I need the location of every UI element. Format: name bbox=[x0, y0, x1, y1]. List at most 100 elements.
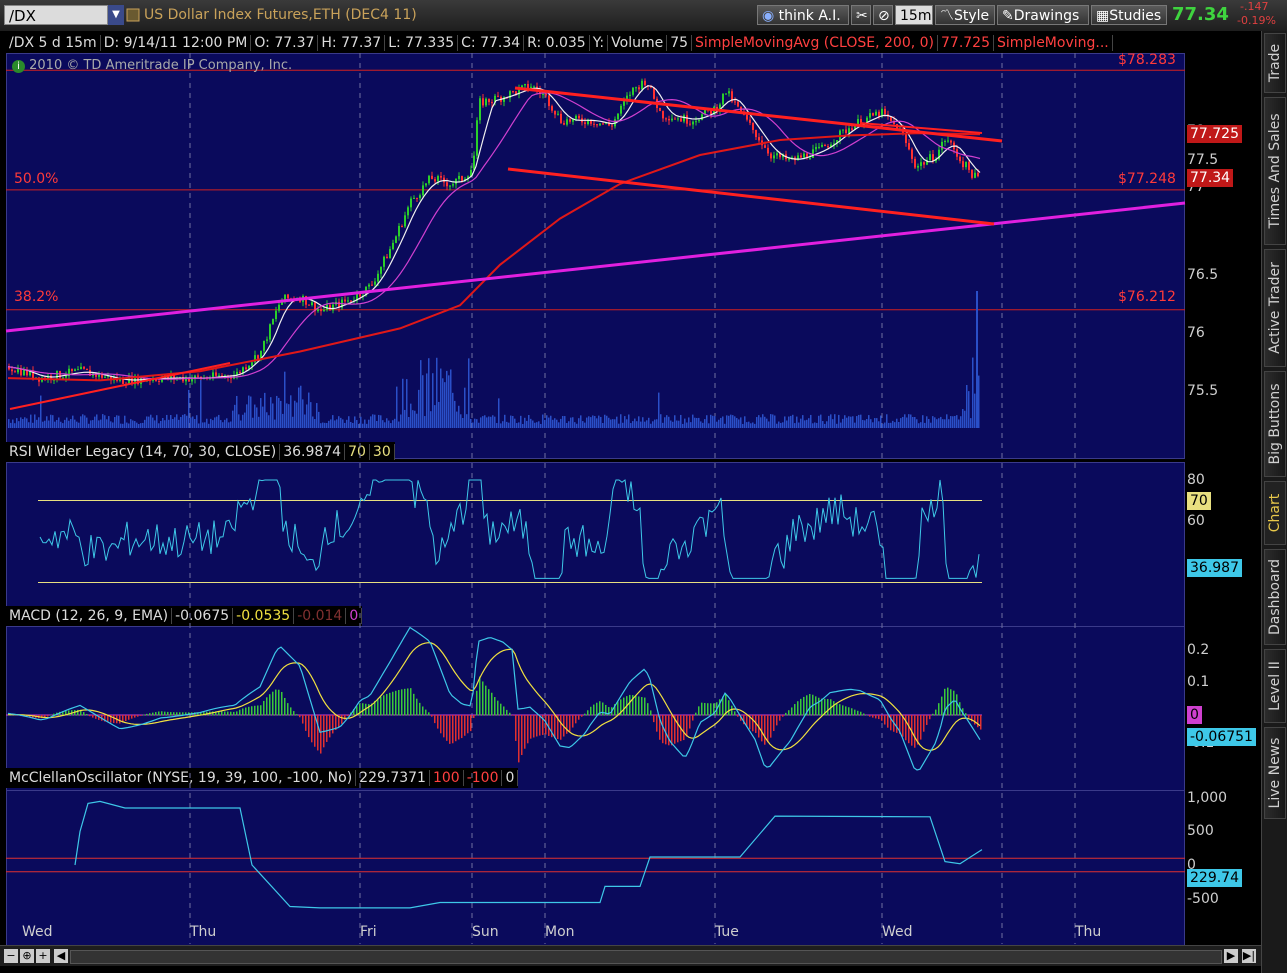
candle-body bbox=[458, 176, 460, 179]
macd-hist-bar bbox=[290, 707, 292, 716]
timeframe-button[interactable]: 15m bbox=[895, 5, 933, 25]
candle-body bbox=[71, 368, 73, 371]
studies-button[interactable]: ▦Studies bbox=[1091, 5, 1167, 25]
volume-bar bbox=[750, 423, 752, 428]
volume-bar bbox=[406, 379, 408, 428]
drawings-button[interactable]: ✎Drawings bbox=[997, 5, 1089, 25]
macd-hist-bar bbox=[875, 715, 877, 719]
tab-label: Level II bbox=[1267, 661, 1283, 711]
candle-body bbox=[569, 119, 571, 122]
volume-bar bbox=[228, 422, 230, 428]
volume-bar bbox=[824, 423, 826, 428]
volume-bar bbox=[220, 420, 222, 428]
volume-bar bbox=[906, 417, 908, 428]
volume-bar bbox=[180, 416, 182, 428]
volume-bar bbox=[960, 416, 962, 428]
candle-body bbox=[638, 87, 640, 90]
volume-bar bbox=[92, 420, 94, 428]
volume-bar bbox=[692, 414, 694, 428]
symbol-input[interactable]: /DX bbox=[4, 5, 108, 25]
volume-bar bbox=[388, 420, 390, 428]
volume-bar bbox=[210, 418, 212, 428]
macd-hist-bar bbox=[596, 702, 598, 716]
volume-bar bbox=[308, 392, 310, 428]
think-ai-label: think A.I. bbox=[778, 8, 841, 24]
candle-body bbox=[371, 284, 373, 286]
candle-body bbox=[629, 94, 631, 96]
candle-body bbox=[689, 123, 691, 125]
volume-bar bbox=[542, 414, 544, 428]
tab-level-ii[interactable]: Level II bbox=[1264, 649, 1286, 723]
volume-bar bbox=[832, 419, 834, 428]
macd-hist-bar bbox=[938, 703, 940, 716]
macd-hist-bar bbox=[827, 699, 829, 716]
tab-trade[interactable]: Trade bbox=[1264, 33, 1286, 93]
tab-big-buttons[interactable]: Big Buttons bbox=[1264, 371, 1286, 477]
volume-bar bbox=[298, 387, 300, 428]
volume-bar bbox=[74, 419, 76, 428]
volume-bar bbox=[606, 415, 608, 428]
link-icon[interactable] bbox=[126, 8, 140, 22]
tab-times-and-sales[interactable]: Times And Sales bbox=[1264, 97, 1286, 245]
style-button[interactable]: 〽Style bbox=[935, 5, 995, 25]
volume-bar bbox=[782, 422, 784, 428]
candle-body bbox=[977, 172, 979, 177]
scroll-left-icon[interactable]: ◀ bbox=[54, 949, 68, 963]
zoom-fit-icon[interactable]: ⊕ bbox=[20, 949, 34, 963]
tab-active-trader[interactable]: Active Trader bbox=[1264, 249, 1286, 367]
zoom-icon[interactable]: ✂ bbox=[851, 5, 871, 25]
volume-bar bbox=[786, 420, 788, 428]
scroll-right-icon[interactable]: ▶ bbox=[1224, 949, 1238, 963]
volume-bar bbox=[238, 414, 240, 428]
zoom-in-icon[interactable]: + bbox=[36, 949, 50, 963]
volume-bar bbox=[64, 419, 66, 428]
volume-bar bbox=[812, 423, 814, 428]
volume-bar bbox=[582, 421, 584, 428]
volume-bar bbox=[878, 421, 880, 428]
volume-bar bbox=[412, 410, 414, 428]
macd-hist-bar bbox=[800, 698, 802, 716]
volume-bar bbox=[212, 420, 214, 428]
mc-tick: -500 bbox=[1187, 891, 1219, 907]
volume-bar bbox=[634, 418, 636, 428]
channel-lower bbox=[507, 167, 995, 226]
info-icon[interactable]: i bbox=[12, 60, 25, 73]
tab-live-news[interactable]: Live News bbox=[1264, 727, 1286, 819]
volume-bar bbox=[350, 421, 352, 428]
volume-bar bbox=[798, 422, 800, 428]
macd-hist-bar bbox=[506, 709, 508, 716]
instrument-title: US Dollar Index Futures,ETH (DEC4 11) bbox=[144, 7, 417, 23]
macd-hist-bar bbox=[638, 696, 640, 716]
zoom-out-icon[interactable]: − bbox=[4, 949, 18, 963]
think-ai-button[interactable]: ◉ think A.I. bbox=[757, 5, 849, 25]
volume-bar bbox=[26, 418, 28, 428]
volume-bar bbox=[714, 416, 716, 428]
candle-body bbox=[524, 84, 526, 86]
bottom-scrollbar[interactable]: − ⊕ + ◀ ▶ ▶| bbox=[0, 945, 1261, 966]
candle-body bbox=[104, 376, 106, 378]
volume-bar bbox=[66, 417, 68, 428]
scroll-track[interactable] bbox=[70, 950, 1222, 964]
tab-chart[interactable]: Chart bbox=[1264, 481, 1286, 545]
volume-bar bbox=[898, 421, 900, 428]
volume-bar bbox=[814, 422, 816, 428]
volume-bar bbox=[162, 417, 164, 428]
macd-hist-bar bbox=[764, 715, 766, 745]
macd-hist-bar bbox=[569, 715, 571, 732]
crosshair-icon[interactable]: ⊘ bbox=[873, 5, 893, 25]
candle-body bbox=[848, 128, 850, 134]
macd-signal-line bbox=[7, 642, 981, 751]
scroll-end-icon[interactable]: ▶| bbox=[1242, 949, 1256, 963]
volume-bar bbox=[454, 400, 456, 428]
candle-body bbox=[662, 111, 664, 119]
candle-body bbox=[368, 284, 370, 287]
macd-hist-bar bbox=[176, 712, 178, 716]
volume-bar bbox=[834, 414, 836, 428]
macd-hist-bar bbox=[677, 715, 679, 743]
symbol-dropdown-icon[interactable]: ▼ bbox=[108, 5, 124, 25]
candle-body bbox=[911, 149, 913, 159]
tab-dashboard[interactable]: Dashboard bbox=[1264, 549, 1286, 645]
volume-bar bbox=[16, 418, 18, 428]
volume-bar bbox=[806, 419, 808, 428]
chart-area[interactable]: /DX 5 d 15m D: 9/14/11 12:00 PM O: 77.37 H:… bbox=[0, 31, 1261, 973]
